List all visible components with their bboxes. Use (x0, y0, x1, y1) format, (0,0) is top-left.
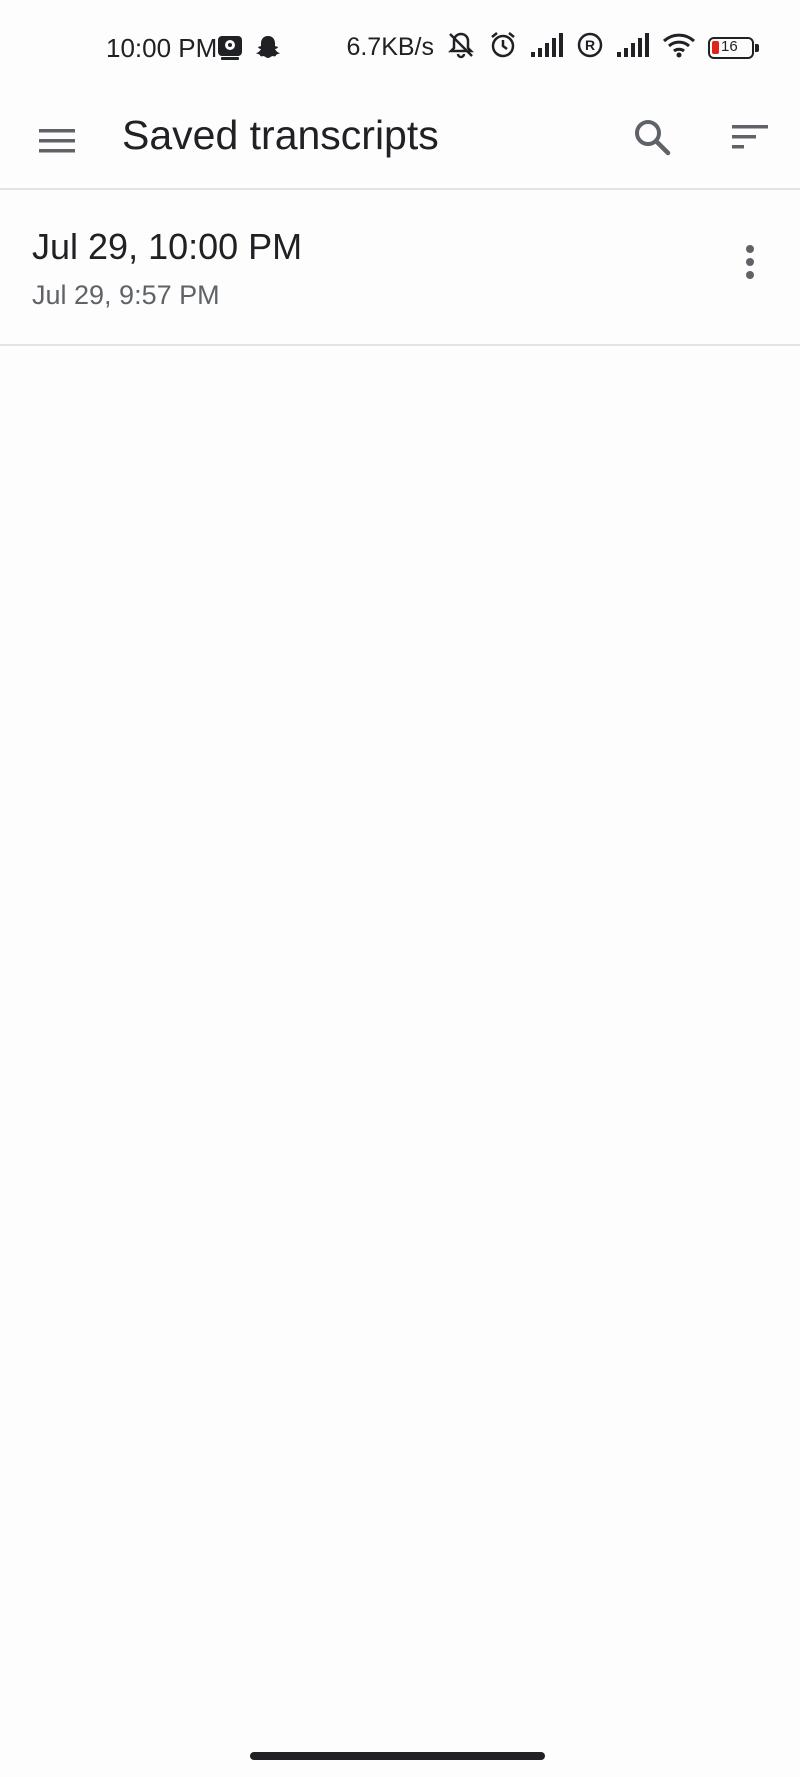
network-speed: 6.7KB/s (346, 33, 434, 61)
transcript-title: Jul 29, 10:00 PM (32, 226, 303, 267)
transcript-list: Jul 29, 10:00 PM Jul 29, 9:57 PM (0, 190, 800, 346)
system-status-icons: 6.7KB/s R 16 (346, 30, 759, 65)
screen: 10:00 PM 6.7KB/s R 16 Saved transcripts … (0, 0, 800, 1777)
signal-icon (530, 32, 564, 63)
search-icon (635, 120, 671, 156)
signal-icon (616, 32, 650, 63)
svg-text:R: R (585, 37, 595, 53)
wifi-icon (662, 32, 696, 63)
app-bar: Saved transcripts (0, 96, 800, 190)
notification-icons (216, 33, 282, 66)
snapchat-icon (254, 33, 282, 66)
sort-button[interactable] (725, 112, 775, 162)
page-title: Saved transcripts (122, 112, 439, 158)
battery-level-fill (712, 40, 719, 54)
silent-bell-icon (446, 30, 476, 65)
gesture-navigation-bar[interactable] (250, 1752, 545, 1760)
search-button[interactable] (627, 112, 677, 162)
transcript-list-item[interactable]: Jul 29, 10:00 PM Jul 29, 9:57 PM (0, 190, 800, 346)
more-vert-icon (746, 245, 754, 279)
menu-icon (39, 129, 75, 153)
transcript-timestamp: Jul 29, 9:57 PM (32, 280, 220, 310)
battery-icon: 16 (708, 36, 759, 59)
alarm-icon (488, 30, 518, 65)
more-options-button[interactable] (728, 240, 772, 284)
menu-button[interactable] (32, 116, 82, 166)
roaming-icon: R (576, 31, 604, 64)
sort-icon (732, 125, 768, 149)
status-time: 10:00 PM (106, 33, 218, 63)
status-bar: 10:00 PM 6.7KB/s R 16 (0, 0, 800, 96)
app-notification-icon (216, 33, 244, 66)
battery-level: 16 (721, 37, 738, 55)
